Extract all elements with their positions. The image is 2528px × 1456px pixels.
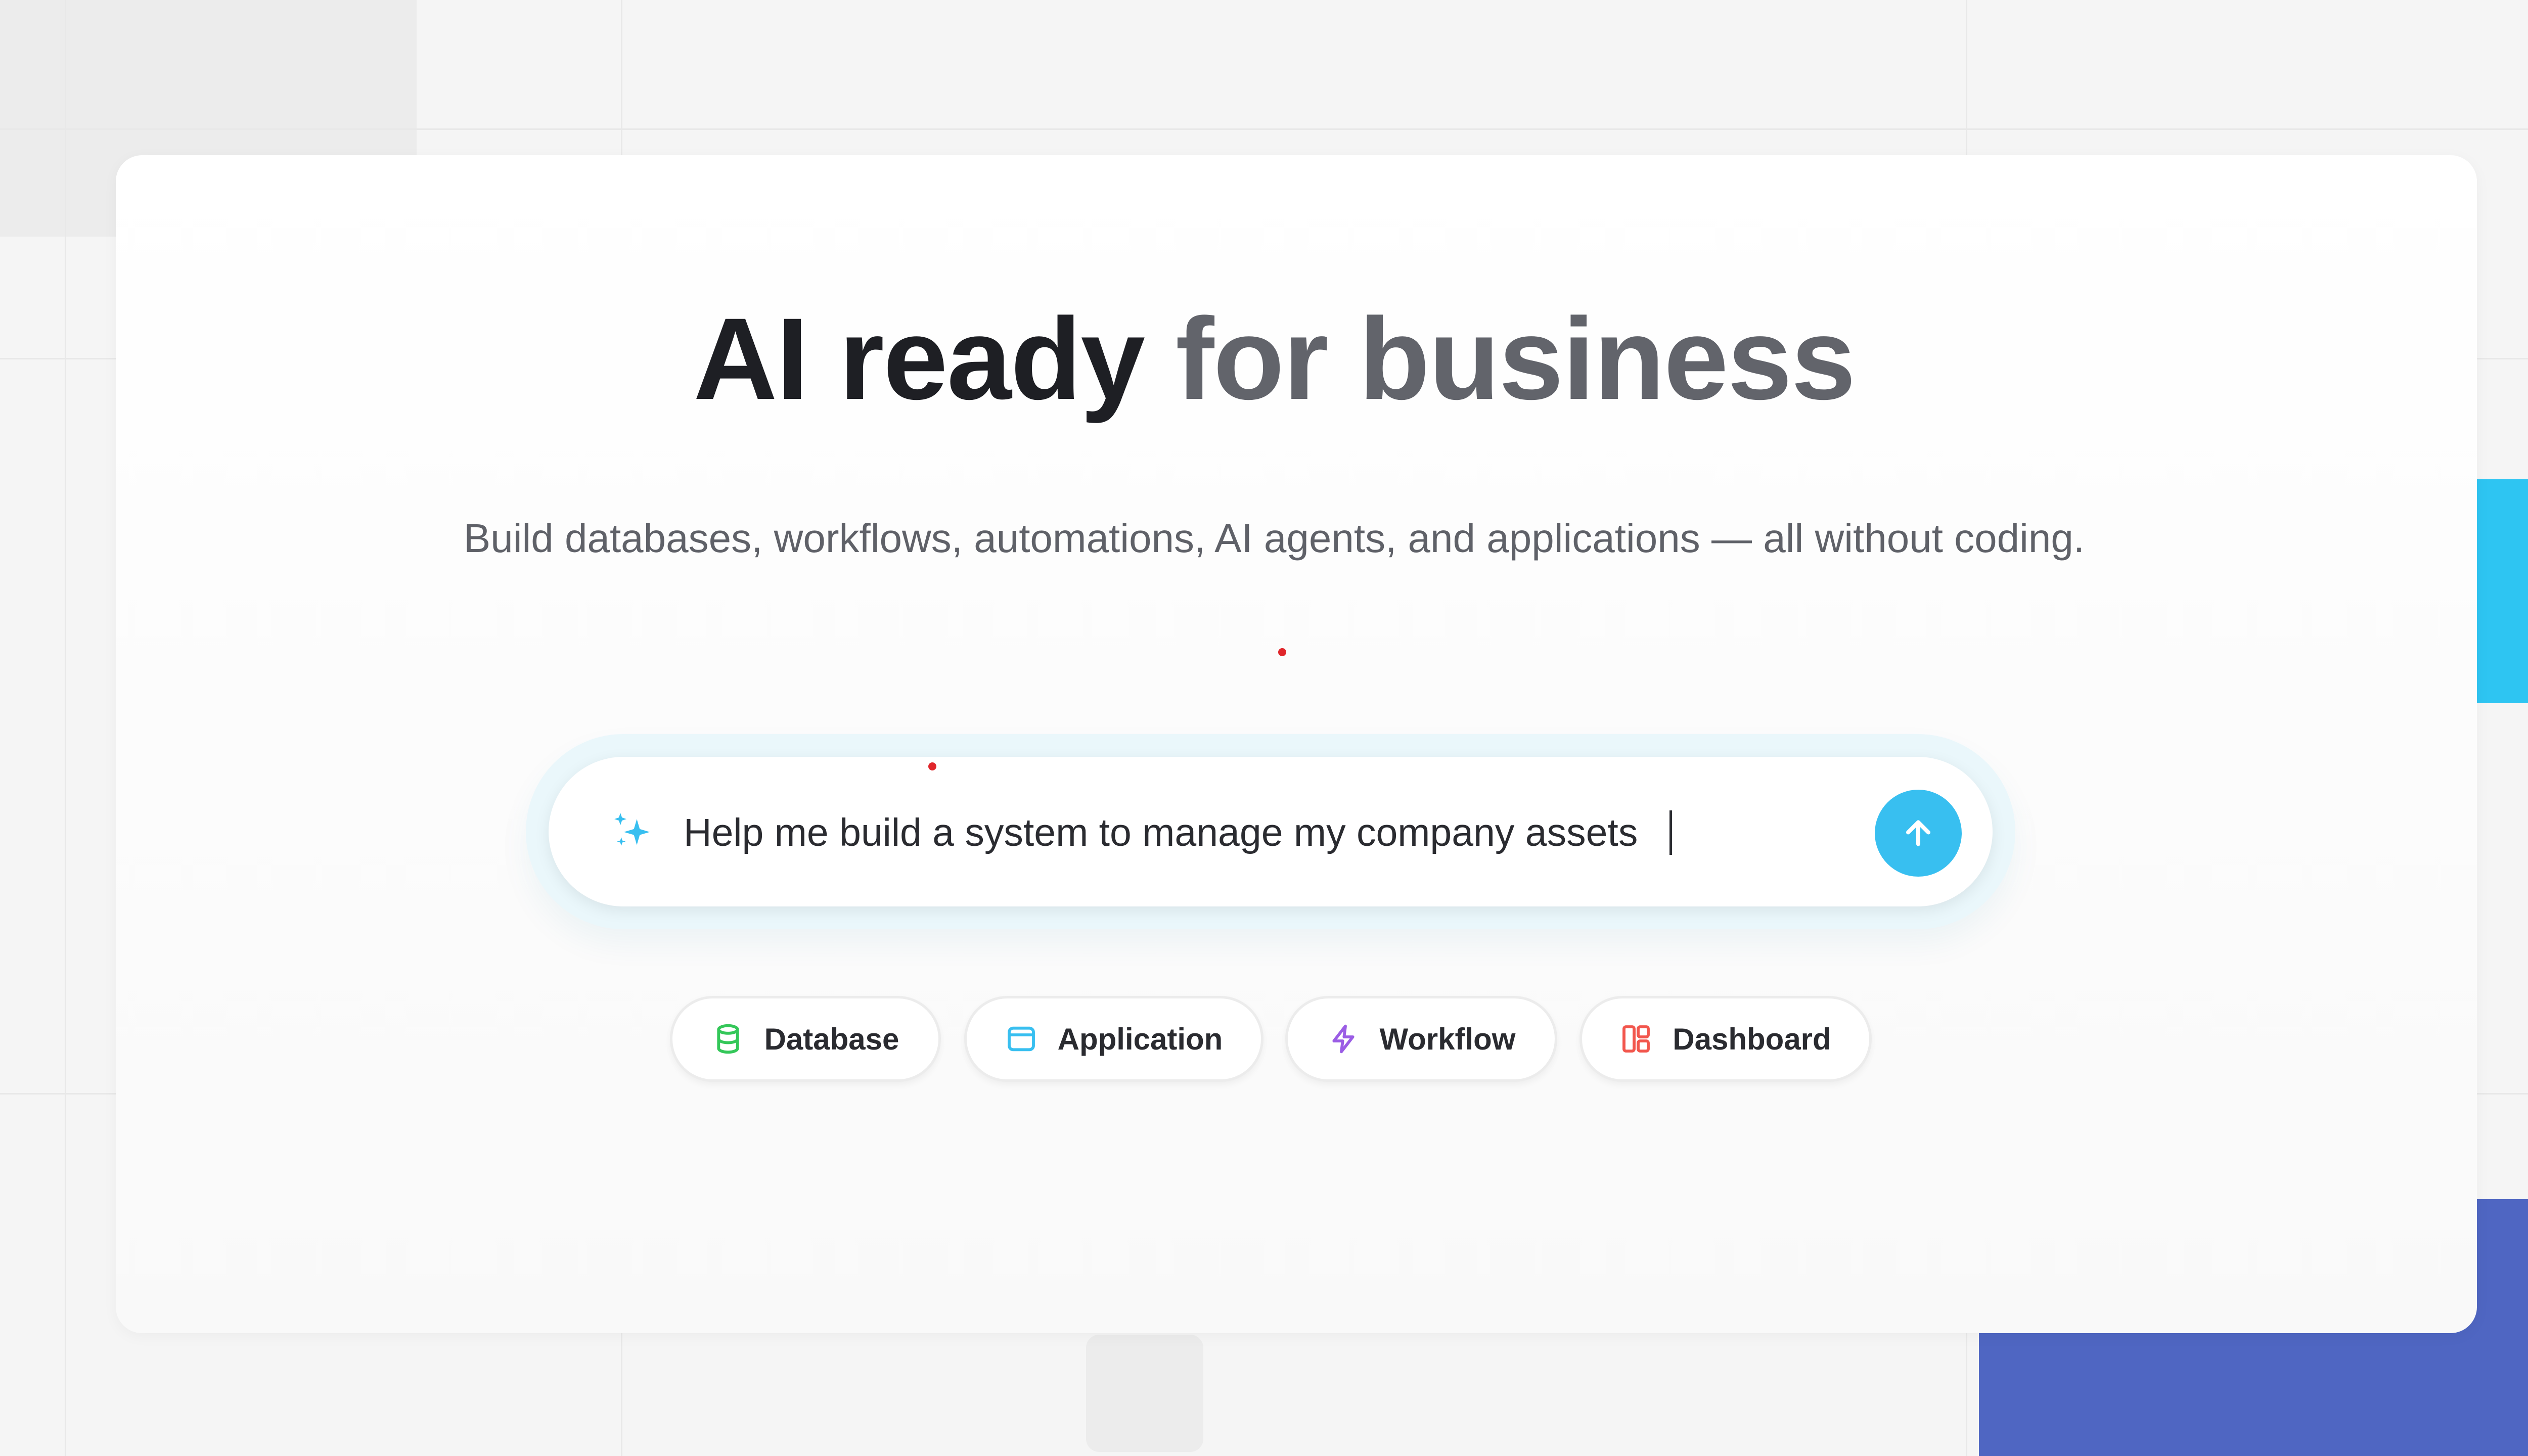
lightning-icon	[1332, 1024, 1355, 1054]
background-gridline	[65, 0, 66, 1456]
red-marker	[928, 762, 936, 770]
chip-workflow[interactable]: Workflow	[1285, 996, 1557, 1082]
subtitle: Build databases, workflows, automations,…	[463, 516, 2085, 561]
prompt-input[interactable]	[684, 807, 1846, 858]
submit-button[interactable]	[1875, 790, 1962, 877]
text-caret	[1669, 810, 1672, 855]
chip-label: Database	[764, 1022, 899, 1056]
footer-tile	[1086, 1335, 1203, 1452]
red-marker	[1278, 648, 1286, 656]
database-icon	[716, 1024, 739, 1054]
chip-label: Application	[1057, 1022, 1223, 1056]
chip-database[interactable]: Database	[670, 996, 941, 1082]
chip-label: Workflow	[1379, 1022, 1516, 1056]
window-icon	[1007, 1026, 1035, 1052]
page-title: AI ready for business	[0, 293, 2528, 425]
title-muted: for business	[1176, 294, 1856, 424]
title-strong: AI ready	[693, 294, 1145, 424]
arrow-up-icon	[1906, 820, 1931, 846]
dashboard-icon	[1622, 1025, 1650, 1053]
chip-dashboard[interactable]: Dashboard	[1579, 996, 1872, 1082]
background-gridline	[0, 128, 2528, 130]
chip-application[interactable]: Application	[964, 996, 1263, 1082]
chip-label: Dashboard	[1673, 1022, 1831, 1056]
sparkle-icon	[614, 813, 650, 846]
